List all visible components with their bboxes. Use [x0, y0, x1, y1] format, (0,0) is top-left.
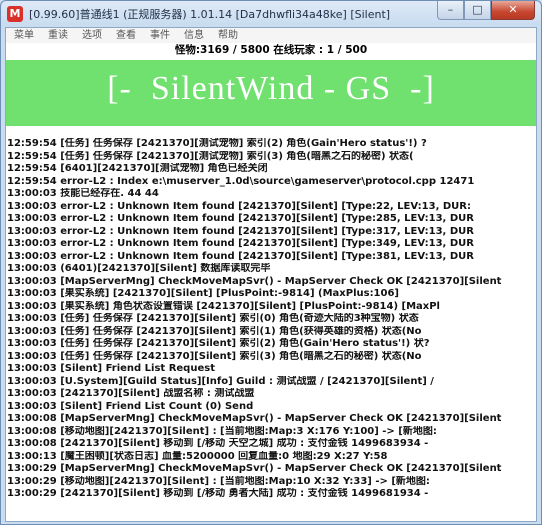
- log-line: 13:00:29 [2421370][Silent] 移动到 [/移动 勇者大陆…: [7, 488, 429, 499]
- maximize-button[interactable]: □: [464, 1, 491, 20]
- log-area[interactable]: 12:59:54 [任务] 任务保存 [2421370][测试宠物] 索引(2)…: [6, 138, 536, 521]
- log-line: 13:00:03 [MapServerMng] CheckMoveMapSvr(…: [7, 275, 502, 287]
- window-controls: – □ ✕: [437, 1, 535, 21]
- log-line: 13:00:08 [MapServerMng] CheckMoveMapSvr(…: [7, 413, 502, 424]
- title-bar[interactable]: M [0.99.60]普通线1 (正规服务器) 1.01.14 [Da7dhwf…: [1, 1, 541, 27]
- banner-title: [- SilentWind - GS -]: [107, 70, 435, 107]
- server-stats: 怪物:3169 / 5800 在线玩家 : 1 / 500: [174, 44, 368, 56]
- log-line: 13:00:03 [任务] 任务保存 [2421370][Silent] 索引(…: [7, 338, 430, 349]
- client-area: 菜单 重读 选项 查看 事件 信息 帮助 怪物:3169 / 5800 在线玩家…: [5, 27, 537, 522]
- log-line: 13:00:03 [果实系统] [2421370][Silent] [PlusP…: [7, 288, 400, 299]
- log-line: 13:00:03 [Silent] Friend List Count (0) …: [7, 400, 254, 412]
- log-line: 13:00:08 [2421370][Silent] 移动到 [/移动 天空之城…: [7, 438, 429, 449]
- log-line: 13:00:03 (6401)[2421370][Silent] 数据库读取完毕: [7, 263, 271, 274]
- menu-item-help[interactable]: 帮助: [210, 28, 244, 43]
- log-line: 13:00:03 error-L2 : Unknown Item found […: [7, 238, 474, 249]
- log-line: 13:00:29 [移动地图][2421370][Silent] : [当前地图…: [7, 475, 430, 487]
- log-line: 13:00:03 [任务] 任务保存 [2421370][Silent] 索引(…: [7, 313, 419, 324]
- menu-item-info[interactable]: 信息: [176, 28, 210, 43]
- menu-item-reload[interactable]: 重读: [40, 28, 74, 43]
- log-line: 12:59:54 [6401][2421370][测试宠物] 角色已经关闭: [7, 163, 268, 174]
- log-line: 13:00:03 error-L2 : Unknown Item found […: [7, 225, 474, 237]
- log-line: 13:00:29 [MapServerMng] CheckMoveMapSvr(…: [7, 463, 502, 474]
- server-banner: [- SilentWind - GS -]: [6, 60, 536, 126]
- log-line: 13:00:13 [魔王困顿][状态日志] 血量:5200000 回复血量:0 …: [7, 450, 388, 462]
- menu-item-events[interactable]: 事件: [142, 28, 176, 43]
- log-line: 13:00:08 [移动地图][2421370][Silent] : [当前地图…: [7, 425, 437, 437]
- log-line: 13:00:03 [U.System][Guild Status][Info] …: [7, 375, 434, 387]
- log-line: 13:00:03 [任务] 任务保存 [2421370][Silent] 索引(…: [7, 350, 422, 362]
- log-line: 13:00:03 error-L2 : Unknown Item found […: [7, 213, 474, 224]
- app-icon[interactable]: M: [7, 6, 23, 22]
- close-button[interactable]: ✕: [491, 1, 535, 20]
- window-title: [0.99.60]普通线1 (正规服务器) 1.01.14 [Da7dhwfli…: [29, 8, 391, 21]
- log-line: 12:59:54 [任务] 任务保存 [2421370][测试宠物] 索引(2)…: [7, 138, 427, 149]
- menu-item-view[interactable]: 查看: [108, 28, 142, 43]
- log-line: 13:00:03 [Silent] Friend List Request: [7, 363, 215, 374]
- log-line: 13:00:03 [任务] 任务保存 [2421370][Silent] 索引(…: [7, 325, 422, 337]
- menu-item-options[interactable]: 选项: [74, 28, 108, 43]
- log-line: 13:00:03 [2421370][Silent] 战盟名称 : 测试战盟: [7, 388, 255, 399]
- menu-bar: 菜单 重读 选项 查看 事件 信息 帮助: [6, 28, 536, 43]
- log-line: 13:00:03 技能已经存在. 44 44: [7, 188, 159, 199]
- minimize-button[interactable]: –: [437, 1, 464, 20]
- log-line: 13:00:03 [果实系统] 角色状态设置错误 [2421370][Silen…: [7, 300, 440, 312]
- log-line: 12:59:54 error-L2 : Index e:\muserver_1.…: [7, 175, 475, 187]
- menu-item-menu[interactable]: 菜单: [6, 28, 40, 43]
- app-window: M [0.99.60]普通线1 (正规服务器) 1.01.14 [Da7dhwf…: [0, 0, 542, 525]
- log-line: 12:59:54 [任务] 任务保存 [2421370][测试宠物] 索引(3)…: [7, 150, 414, 162]
- log-line: 13:00:03 error-L2 : Unknown Item found […: [7, 250, 474, 262]
- log-line: 13:00:03 error-L2 : Unknown Item found […: [7, 200, 471, 212]
